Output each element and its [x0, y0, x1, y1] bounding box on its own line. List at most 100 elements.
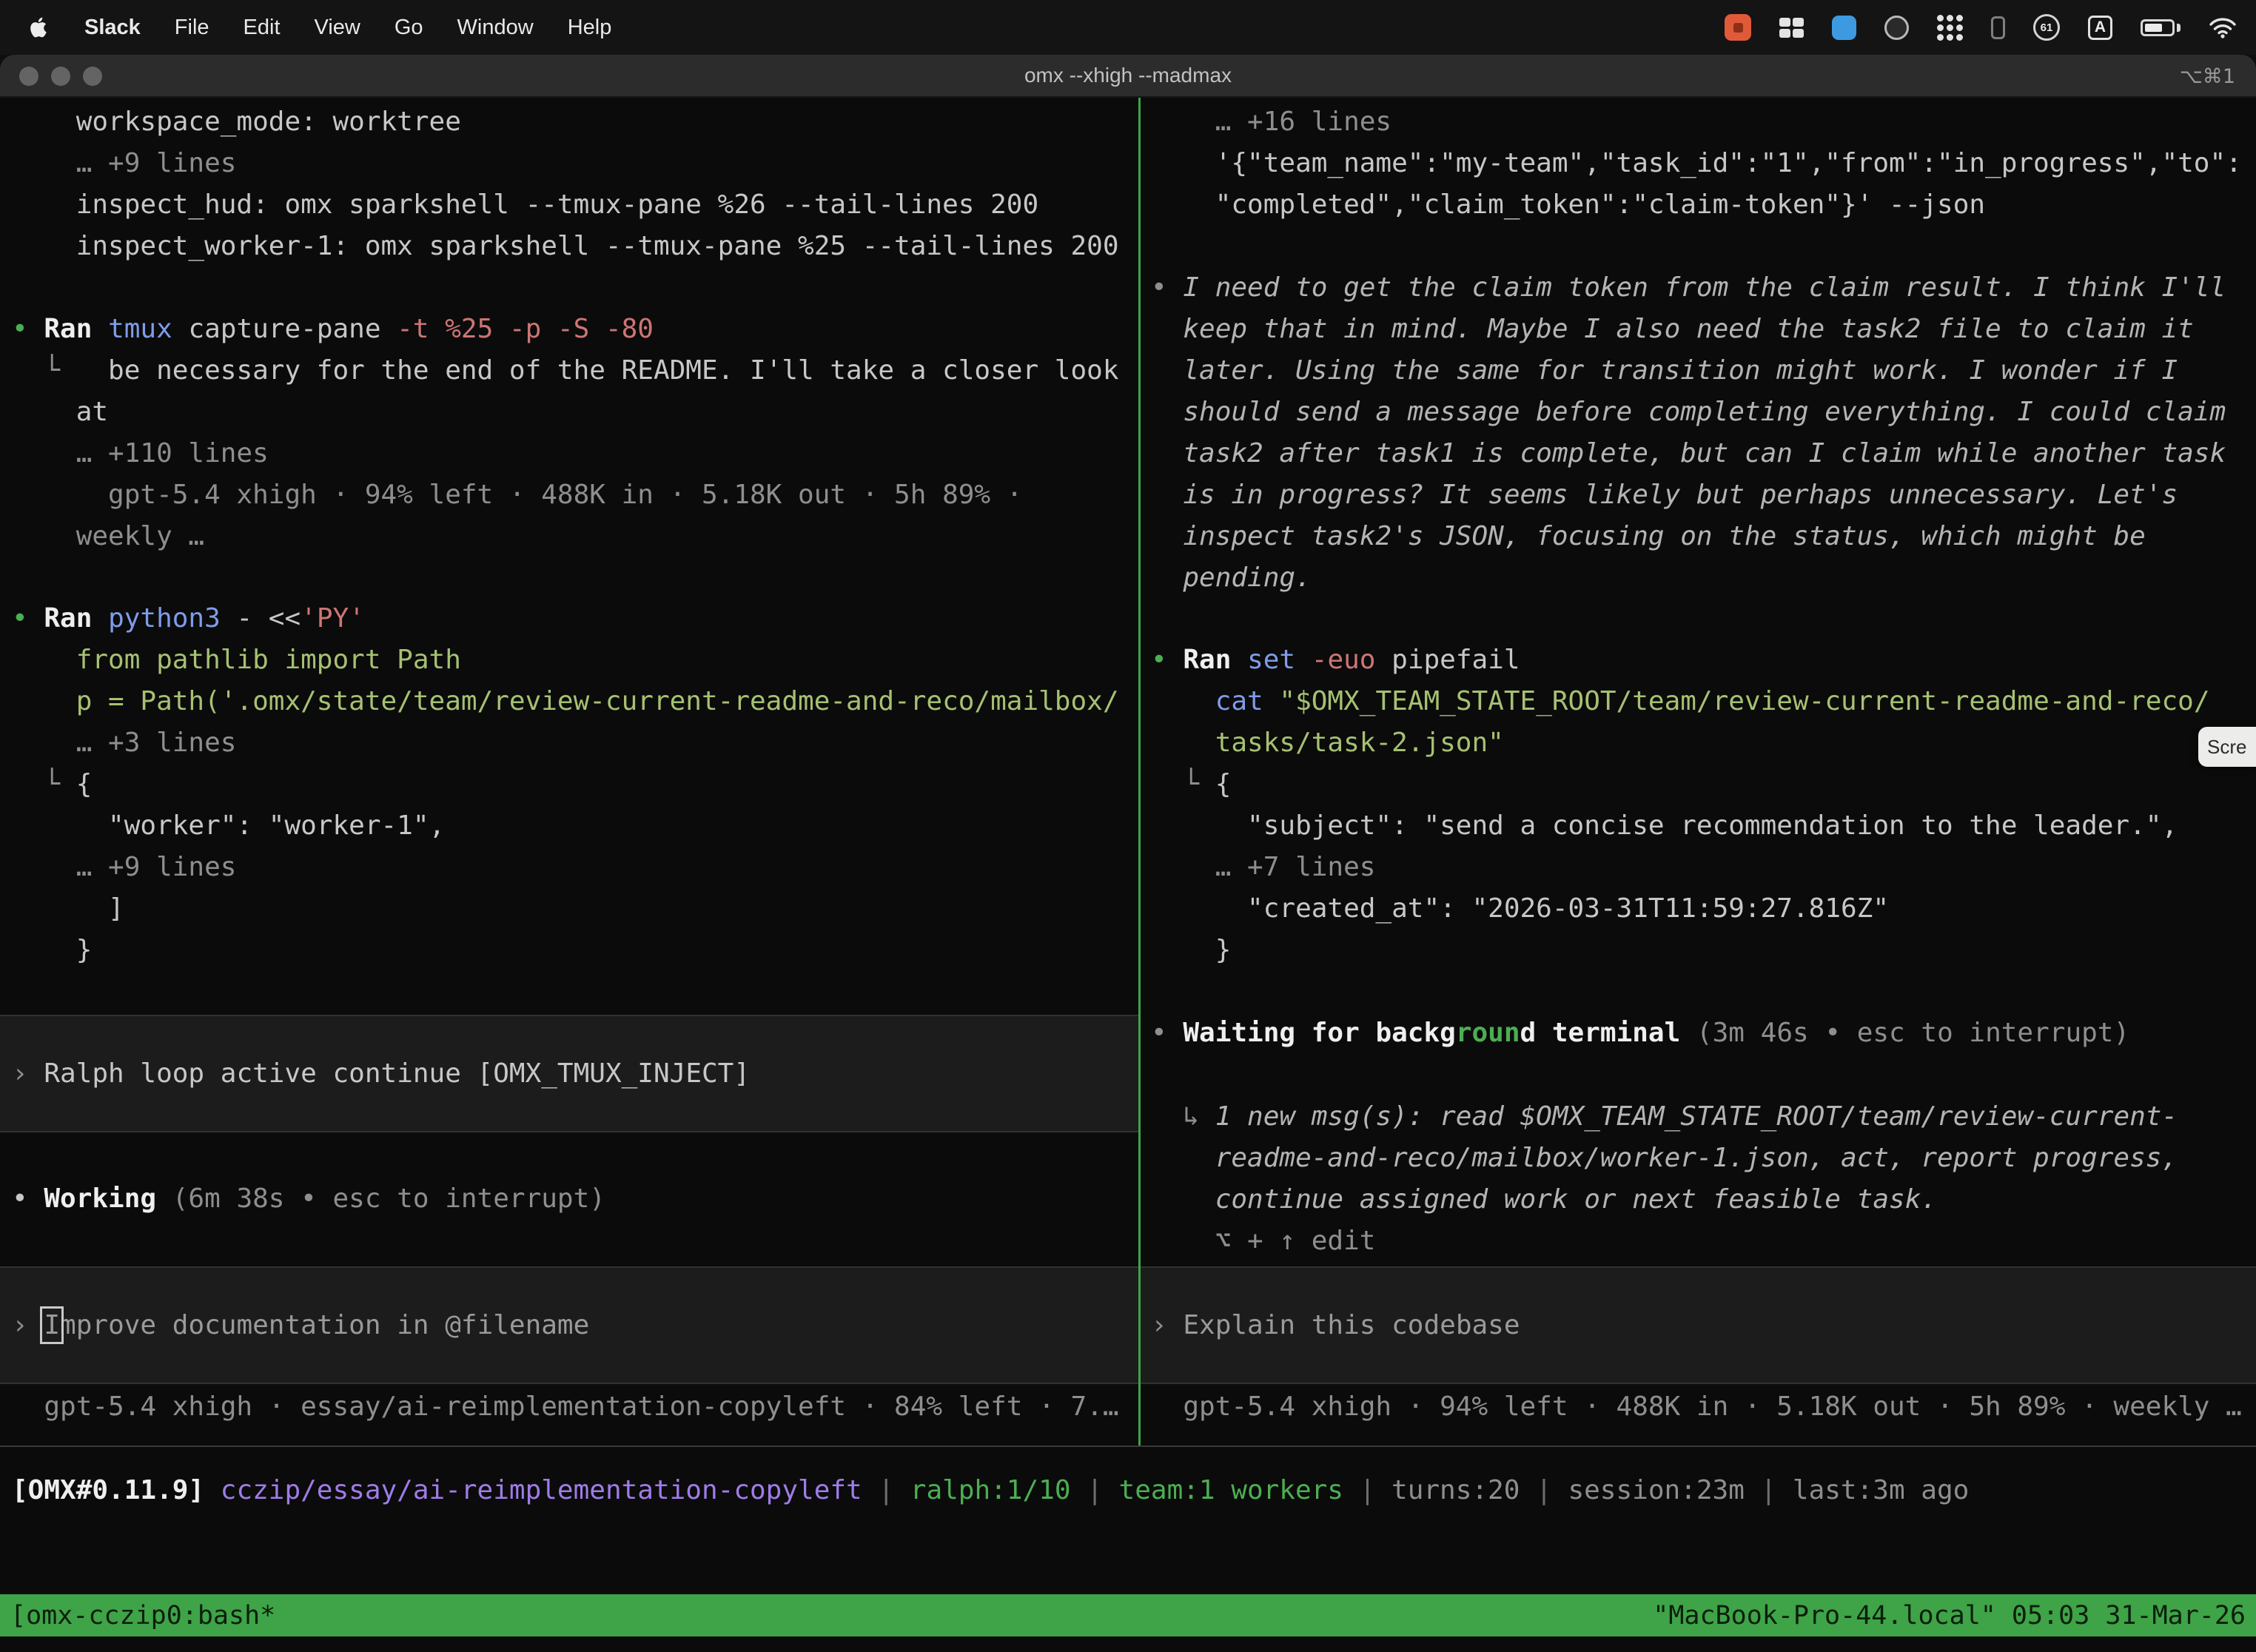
config-output-block: workspace_mode: worktree … +9 lines insp… — [0, 101, 1138, 267]
tmux-pane-right[interactable]: … +16 lines '{"team_name":"my-team","tas… — [1141, 98, 2256, 1446]
ran-label: Ran — [44, 314, 108, 344]
model-status-line: gpt-5.4 xhigh · essay/ai-reimplementatio… — [0, 1386, 1138, 1428]
more-lines-indicator: … +9 lines — [0, 847, 1138, 888]
model-status-line: gpt-5.4 xhigh · 94% left · 488K in · 5.1… — [1141, 1386, 2256, 1428]
menu-go[interactable]: Go — [395, 16, 423, 40]
bullet-icon: • — [1151, 645, 1183, 675]
command-name: set — [1247, 645, 1312, 675]
thinking-line: • I need to get the claim token from the… — [1141, 267, 2256, 309]
apple-menu-icon[interactable] — [27, 16, 50, 39]
output-line: "created_at": "2026-03-31T11:59:27.816Z" — [1141, 888, 2256, 930]
command-name: cat — [1215, 686, 1280, 716]
string-arg: tasks/task-2.json" — [1141, 722, 2256, 764]
app-launcher-dots-icon[interactable] — [1937, 15, 1963, 41]
hud-project-path: cczip/essay/ai-reimplementation-copyleft — [221, 1475, 879, 1505]
menu-file[interactable]: File — [175, 16, 209, 40]
output-line: └ { — [1141, 764, 2256, 805]
working-status: • Working (6m 38s • esc to interrupt) — [0, 1178, 1138, 1220]
ran-set-block: • Ran set -euo pipefail cat "$OMX_TEAM_S… — [1141, 639, 2256, 971]
mailbox-note: ↳ 1 new msg(s): read $OMX_TEAM_STATE_ROO… — [1141, 1096, 2256, 1262]
note-text: readme-and-reco/mailbox/worker-1.json, a… — [1141, 1138, 2256, 1179]
menu-help[interactable]: Help — [568, 16, 612, 40]
return-arrow-icon: ↳ — [1151, 1101, 1215, 1132]
ran-python-block: • Ran python3 - <<'PY' from pathlib impo… — [0, 598, 1138, 971]
terminal-window: omx --xhigh --madmax ⌥⌘1 workspace_mode:… — [0, 55, 2256, 1652]
prompt-input-right[interactable]: › Explain this codebase — [1141, 1266, 2256, 1384]
blue-app-icon[interactable] — [1832, 16, 1856, 40]
tmux-pane-left[interactable]: workspace_mode: worktree … +9 lines insp… — [0, 98, 1138, 1446]
window-grid-icon[interactable] — [1779, 18, 1804, 38]
output-line: "worker": "worker-1", — [0, 805, 1138, 847]
tmux-session-name: [omx-cczip0:bash* — [10, 1601, 275, 1631]
active-app-menu[interactable]: Slack — [84, 16, 141, 40]
note-text: continue assigned work or next feasible … — [1141, 1179, 2256, 1220]
output-line: } — [1141, 930, 2256, 971]
notification-label: Scre — [2207, 736, 2246, 759]
bullet-icon: • — [1151, 1018, 1183, 1048]
hud-turns: turns:20 — [1391, 1475, 1536, 1505]
command-args: - << — [236, 603, 301, 634]
menu-bar-left: Slack File Edit View Go Window Help — [0, 16, 611, 40]
menu-edit[interactable]: Edit — [244, 16, 281, 40]
menu-window[interactable]: Window — [457, 16, 534, 40]
display-pill-icon[interactable] — [1991, 16, 2005, 39]
menu-bar: Slack File Edit View Go Window Help 61 A — [0, 0, 2256, 55]
command-line: • Ran tmux capture-pane -t %25 -p -S -80 — [0, 309, 1138, 350]
thinking-text: inspect task2's JSON, focusing on the st… — [1141, 516, 2256, 557]
command-output-block: … +16 lines '{"team_name":"my-team","tas… — [1141, 101, 2256, 226]
output-line: └ be necessary for the end of the README… — [0, 350, 1138, 392]
output-line: weekly … — [0, 516, 1138, 557]
command-line: • Ran python3 - <<'PY' — [0, 598, 1138, 639]
minimize-button[interactable] — [51, 67, 70, 86]
status-line: • Waiting for background terminal (3m 46… — [1141, 1013, 2256, 1054]
waiting-label-shimmer: roun — [1456, 1018, 1520, 1048]
terminal-line: "completed","claim_token":"claim-token"}… — [1141, 184, 2256, 226]
prompt-input-left[interactable]: › Improve documentation in @filename — [0, 1266, 1138, 1384]
output-text: { — [76, 769, 93, 799]
terminal-line: workspace_mode: worktree — [0, 101, 1138, 143]
close-button[interactable] — [19, 67, 38, 86]
hud-separator: | — [1087, 1475, 1118, 1505]
hud-separator: | — [878, 1475, 910, 1505]
terminal-line: '{"team_name":"my-team","task_id":"1","f… — [1141, 143, 2256, 184]
screenshot-notification[interactable]: Scre — [2198, 727, 2256, 767]
terminal-line: inspect_worker-1: omx sparkshell --tmux-… — [0, 226, 1138, 267]
wifi-icon[interactable] — [2209, 16, 2237, 38]
screen-recording-indicator-icon[interactable] — [1725, 14, 1751, 41]
tmux-status-bar: [omx-cczip0:bash*"MacBook-Pro-44.local" … — [0, 1594, 2256, 1636]
hud-last: last:3m ago — [1793, 1475, 1969, 1505]
input-source-icon[interactable]: A — [2088, 16, 2112, 40]
output-connector-icon: └ — [12, 355, 108, 386]
hud-team: team:1 workers — [1119, 1475, 1360, 1505]
hud-ralph: ralph:1/10 — [910, 1475, 1087, 1505]
bullet-icon: • — [12, 1183, 44, 1214]
menu-view[interactable]: View — [315, 16, 360, 40]
command-args: pipefail — [1391, 645, 1520, 675]
output-connector-icon: └ — [1151, 769, 1215, 799]
ran-tmux-capture-block: • Ran tmux capture-pane -t %25 -p -S -80… — [0, 309, 1138, 557]
thinking-text: keep that in mind. Maybe I also need the… — [1141, 309, 2256, 350]
waiting-status: • Waiting for background terminal (3m 46… — [1141, 1013, 2256, 1054]
fullscreen-button[interactable] — [83, 67, 102, 86]
omx-version: [OMX#0.11.9] — [12, 1475, 221, 1505]
more-lines-indicator: … +110 lines — [0, 433, 1138, 474]
battery-ring-icon[interactable]: 61 — [2033, 14, 2060, 41]
hud-separator: | — [1360, 1475, 1391, 1505]
string-arg: "$OMX_TEAM_STATE_ROOT/team/review-curren… — [1279, 686, 2209, 716]
note-text: 1 new msg(s): read $OMX_TEAM_STATE_ROOT/… — [1215, 1101, 2178, 1132]
battery-icon[interactable] — [2141, 19, 2181, 36]
more-lines-indicator: … +9 lines — [0, 143, 1138, 184]
terminal-line: inspect_hud: omx sparkshell --tmux-pane … — [0, 184, 1138, 226]
indent — [1151, 686, 1215, 716]
note-line: ↳ 1 new msg(s): read $OMX_TEAM_STATE_ROO… — [1141, 1096, 2256, 1138]
command-name: tmux — [108, 314, 188, 344]
output-line: "subject": "send a concise recommendatio… — [1141, 805, 2256, 847]
prompt-chevron-icon: › — [12, 1310, 44, 1340]
window-title-bar[interactable]: omx --xhigh --madmax ⌥⌘1 — [0, 55, 2256, 98]
thinking-text: pending. — [1141, 557, 2256, 599]
input-source-letter: A — [2088, 16, 2112, 40]
thinking-text: I need to get the claim token from the c… — [1183, 272, 2226, 303]
banner-line: › Ralph loop active continue [OMX_TMUX_I… — [0, 1053, 750, 1095]
dark-circle-icon[interactable] — [1884, 16, 1909, 40]
more-lines-indicator: … +16 lines — [1141, 101, 2256, 143]
